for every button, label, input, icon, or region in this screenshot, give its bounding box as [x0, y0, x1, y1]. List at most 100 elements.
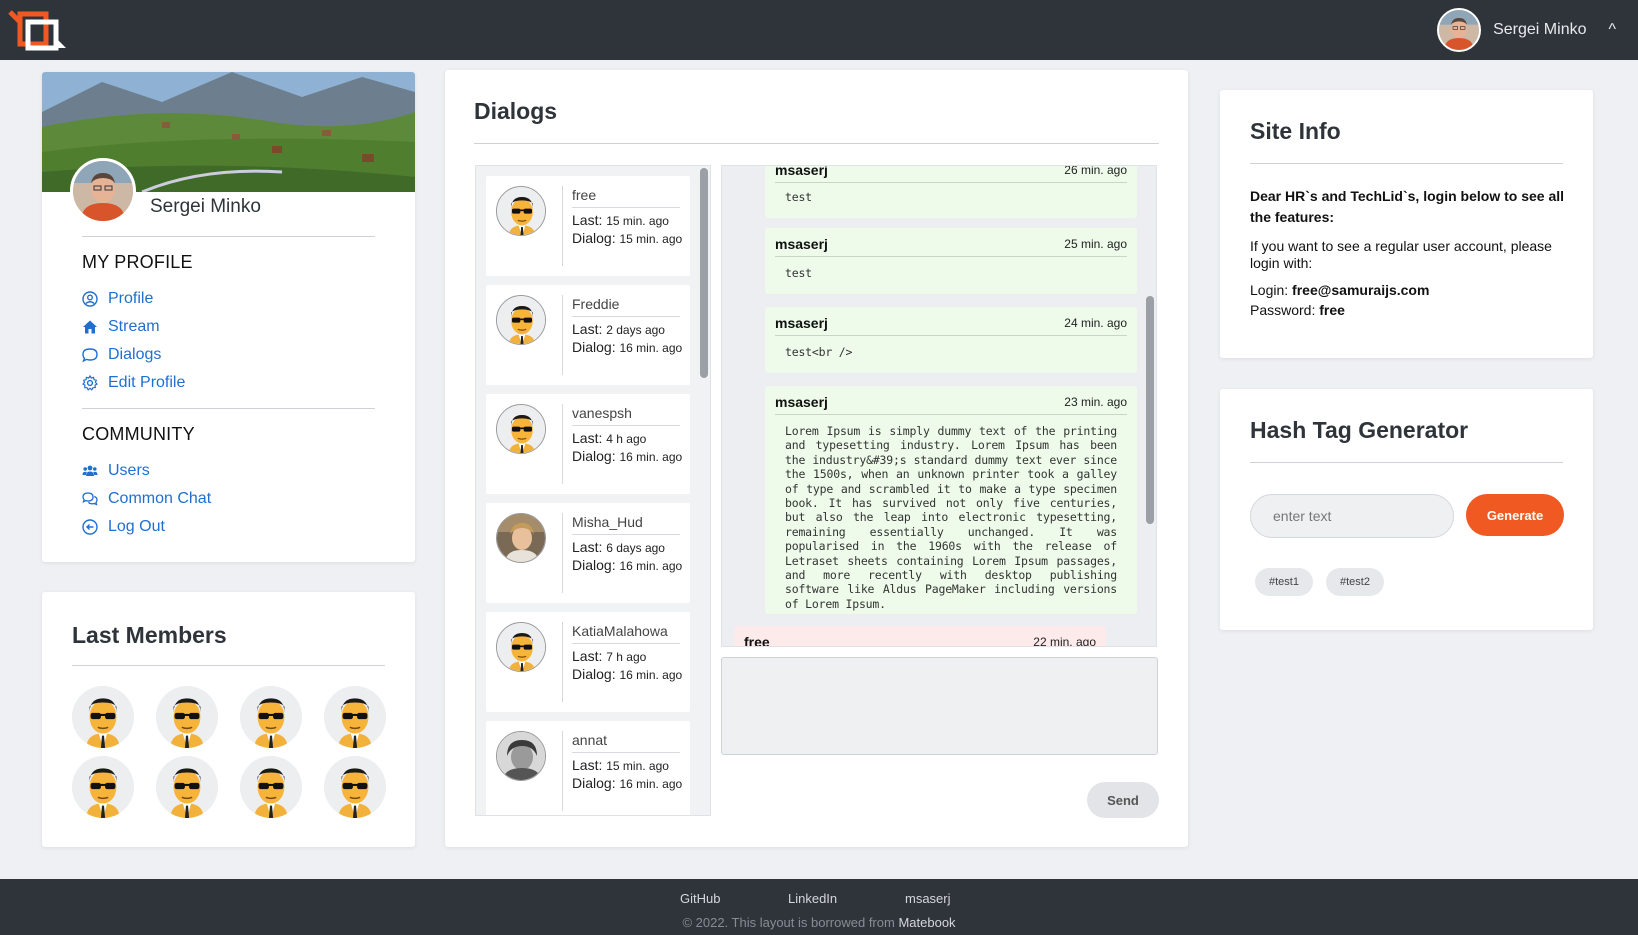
divider: [1250, 163, 1563, 164]
dialog-item[interactable]: annat Last: 15 min. ago Dialog: 16 min. …: [486, 721, 690, 815]
avatar: [496, 731, 546, 781]
dialog-user-name: vanespsh: [572, 405, 632, 421]
user-menu[interactable]: Sergei Minko ^: [1437, 8, 1616, 52]
divider: [562, 186, 563, 266]
message-text: test: [785, 190, 812, 204]
message-author: msaserj: [775, 315, 828, 331]
app-logo[interactable]: [6, 8, 70, 52]
divider: [572, 425, 680, 426]
dialog-last-seen: Last: 7 h ago: [572, 648, 647, 664]
divider: [72, 665, 385, 666]
message-time: 26 min. ago: [1064, 165, 1127, 177]
dialog-user-name: Freddie: [572, 296, 620, 312]
message-time: 24 min. ago: [1064, 316, 1127, 330]
dialog-item[interactable]: KatiaMalahowa Last: 7 h ago Dialog: 16 m…: [486, 612, 690, 712]
message-author: free: [744, 634, 770, 647]
nav-edit-profile[interactable]: Edit Profile: [82, 374, 185, 392]
dialog-item[interactable]: free Last: 15 min. ago Dialog: 15 min. a…: [486, 176, 690, 276]
profile-avatar[interactable]: [70, 158, 136, 224]
user-circle-icon: [82, 291, 98, 307]
dialogs-scrollbar[interactable]: [700, 168, 708, 378]
chevron-up-icon[interactable]: ^: [1608, 21, 1616, 39]
message-text: Lorem Ipsum is simply dummy text of the …: [785, 424, 1117, 611]
profile-card: Sergei Minko MY PROFILE Profile Stream D…: [42, 72, 415, 562]
dialog-last-message: Dialog: 16 min. ago: [572, 775, 683, 791]
hashtag-generator-card: Hash Tag Generator Generate #test1 #test…: [1220, 389, 1593, 630]
message-author: msaserj: [775, 165, 828, 178]
message: msaserj 25 min. ago test: [765, 228, 1137, 294]
member-avatar[interactable]: [156, 756, 218, 818]
dialog-item[interactable]: Misha_Hud Last: 6 days ago Dialog: 16 mi…: [486, 503, 690, 603]
messages-scrollbar[interactable]: [1146, 296, 1154, 524]
avatar: [496, 186, 546, 236]
divider: [572, 207, 680, 208]
site-info-intro: Dear HR`s and TechLid`s, login below to …: [1250, 188, 1565, 225]
divider: [775, 182, 1127, 183]
nav-users[interactable]: Users: [82, 462, 150, 480]
member-avatar[interactable]: [72, 686, 134, 748]
home-icon: [83, 320, 97, 334]
divider: [775, 335, 1127, 336]
matebook-link[interactable]: Matebook: [898, 915, 955, 930]
dialog-user-name: free: [572, 187, 597, 203]
nav-stream-label: Stream: [108, 318, 160, 335]
top-navbar: Sergei Minko ^: [0, 0, 1638, 60]
divider: [775, 256, 1127, 257]
divider: [562, 731, 563, 811]
my-profile-heading: MY PROFILE: [82, 252, 193, 272]
hashtag-input[interactable]: [1250, 494, 1454, 538]
nav-log-out[interactable]: Log Out: [82, 518, 165, 536]
message-input[interactable]: [721, 657, 1158, 755]
dialogs-card: Dialogs free Last: 15 min. ago Dialog: 1…: [445, 70, 1188, 847]
dialog-last-message: Dialog: 15 min. ago: [572, 230, 683, 246]
nav-profile[interactable]: Profile: [82, 290, 153, 308]
hashtag-chip[interactable]: #test2: [1326, 568, 1384, 596]
dialog-item[interactable]: vanespsh Last: 4 h ago Dialog: 16 min. a…: [486, 394, 690, 494]
dialog-last-message: Dialog: 16 min. ago: [572, 666, 683, 682]
dialogs-list[interactable]: free Last: 15 min. ago Dialog: 15 min. a…: [475, 165, 711, 816]
site-info-regular: If you want to see a regular user accoun…: [1250, 238, 1552, 271]
member-avatar[interactable]: [72, 756, 134, 818]
member-avatar[interactable]: [156, 686, 218, 748]
send-button[interactable]: Send: [1087, 782, 1159, 818]
generate-button[interactable]: Generate: [1466, 494, 1564, 536]
footer-link-github[interactable]: GitHub: [680, 891, 720, 906]
message: free 22 min. ago: [734, 626, 1106, 647]
divider: [474, 143, 1159, 144]
dialog-user-name: KatiaMalahowa: [572, 623, 668, 639]
nav-edit-profile-label: Edit Profile: [108, 374, 186, 391]
avatar: [496, 295, 546, 345]
member-avatar[interactable]: [240, 756, 302, 818]
dialog-last-seen: Last: 4 h ago: [572, 430, 647, 446]
dialog-item[interactable]: Freddie Last: 2 days ago Dialog: 16 min.…: [486, 285, 690, 385]
divider: [562, 622, 563, 702]
member-avatar[interactable]: [324, 756, 386, 818]
divider: [562, 295, 563, 375]
footer-link-msaserj[interactable]: msaserj: [905, 891, 951, 906]
avatar[interactable]: [1437, 8, 1482, 52]
messages-panel[interactable]: msaserj 26 min. ago test msaserj 25 min.…: [721, 165, 1157, 647]
footer-link-linkedin[interactable]: LinkedIn: [788, 891, 837, 906]
divider: [572, 316, 680, 317]
message-time: 25 min. ago: [1064, 237, 1127, 251]
dialog-last-seen: Last: 2 days ago: [572, 321, 665, 337]
dialog-last-message: Dialog: 16 min. ago: [572, 448, 683, 464]
nav-common-chat[interactable]: Common Chat: [82, 490, 211, 508]
community-heading: COMMUNITY: [82, 424, 195, 444]
divider: [572, 643, 680, 644]
login-line: Login: free@samuraijs.com: [1250, 282, 1430, 298]
member-avatar[interactable]: [324, 686, 386, 748]
nav-dialogs[interactable]: Dialogs: [82, 346, 161, 364]
dialog-last-message: Dialog: 16 min. ago: [572, 557, 683, 573]
nav-users-label: Users: [108, 462, 150, 479]
site-info-title: Site Info: [1250, 118, 1341, 144]
dialog-last-seen: Last: 15 min. ago: [572, 757, 669, 773]
message: msaserj 23 min. ago Lorem Ipsum is simpl…: [765, 386, 1137, 614]
users-icon: [82, 465, 98, 476]
hashtag-chip[interactable]: #test1: [1255, 568, 1313, 596]
member-avatar[interactable]: [240, 686, 302, 748]
nav-stream[interactable]: Stream: [82, 318, 160, 336]
divider: [82, 236, 375, 237]
message-author: msaserj: [775, 236, 828, 252]
last-members-card: Last Members: [42, 592, 415, 847]
